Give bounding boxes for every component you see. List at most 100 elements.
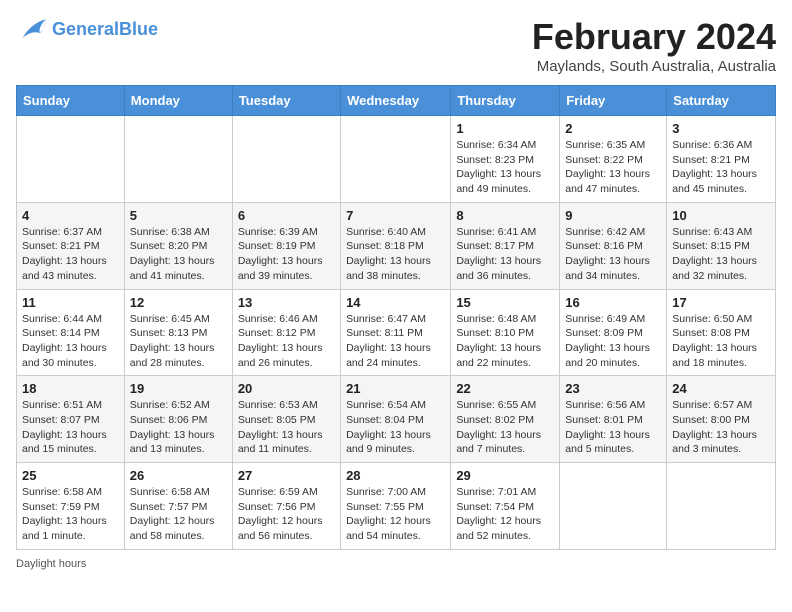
day-number: 2 <box>565 121 661 136</box>
page-title: February 2024 <box>532 16 776 58</box>
day-info: Sunrise: 6:51 AM Sunset: 8:07 PM Dayligh… <box>22 398 119 457</box>
day-info: Sunrise: 6:45 AM Sunset: 8:13 PM Dayligh… <box>130 312 227 371</box>
day-info: Sunrise: 6:53 AM Sunset: 8:05 PM Dayligh… <box>238 398 335 457</box>
page-subtitle: Maylands, South Australia, Australia <box>532 58 776 75</box>
calendar-cell: 6 Sunrise: 6:39 AM Sunset: 8:19 PM Daylig… <box>232 202 340 289</box>
day-number: 8 <box>456 208 554 223</box>
calendar-cell: 14 Sunrise: 6:47 AM Sunset: 8:11 PM Dayli… <box>341 289 451 376</box>
day-number: 1 <box>456 121 554 136</box>
calendar-cell: 19 Sunrise: 6:52 AM Sunset: 8:06 PM Dayli… <box>124 376 232 463</box>
day-number: 25 <box>22 468 119 483</box>
day-info: Sunrise: 6:52 AM Sunset: 8:06 PM Dayligh… <box>130 398 227 457</box>
day-info: Sunrise: 6:37 AM Sunset: 8:21 PM Dayligh… <box>22 225 119 284</box>
day-info: Sunrise: 6:41 AM Sunset: 8:17 PM Dayligh… <box>456 225 554 284</box>
day-number: 18 <box>22 381 119 396</box>
calendar-cell: 4Sunrise: 6:37 AM Sunset: 8:21 PM Daylig… <box>17 202 125 289</box>
footer-note: Daylight hours <box>16 558 776 570</box>
day-number: 27 <box>238 468 335 483</box>
calendar-cell: 16Sunrise: 6:49 AM Sunset: 8:09 PM Dayli… <box>560 289 667 376</box>
day-info: Sunrise: 6:39 AM Sunset: 8:19 PM Dayligh… <box>238 225 335 284</box>
calendar-cell <box>667 463 776 550</box>
day-info: Sunrise: 6:43 AM Sunset: 8:15 PM Dayligh… <box>672 225 770 284</box>
calendar-cell: 28 Sunrise: 7:00 AM Sunset: 7:55 PM Dayli… <box>341 463 451 550</box>
day-number: 3 <box>672 121 770 136</box>
column-header-sunday: Sunday <box>17 86 125 116</box>
column-header-wednesday: Wednesday <box>341 86 451 116</box>
calendar-cell: 9Sunrise: 6:42 AM Sunset: 8:16 PM Daylig… <box>560 202 667 289</box>
day-info: Sunrise: 6:42 AM Sunset: 8:16 PM Dayligh… <box>565 225 661 284</box>
calendar-cell <box>232 116 340 203</box>
day-info: Sunrise: 7:00 AM Sunset: 7:55 PM Dayligh… <box>346 485 445 544</box>
column-header-monday: Monday <box>124 86 232 116</box>
day-number: 10 <box>672 208 770 223</box>
calendar-week-4: 18 Sunrise: 6:51 AM Sunset: 8:07 PM Dayli… <box>17 376 776 463</box>
calendar-week-1: 1Sunrise: 6:34 AM Sunset: 8:23 PM Daylig… <box>17 116 776 203</box>
day-number: 29 <box>456 468 554 483</box>
day-info: Sunrise: 6:48 AM Sunset: 8:10 PM Dayligh… <box>456 312 554 371</box>
calendar-week-3: 11Sunrise: 6:44 AM Sunset: 8:14 PM Dayli… <box>17 289 776 376</box>
calendar-cell <box>341 116 451 203</box>
calendar-cell: 20 Sunrise: 6:53 AM Sunset: 8:05 PM Dayli… <box>232 376 340 463</box>
calendar-cell: 10 Sunrise: 6:43 AM Sunset: 8:15 PM Dayli… <box>667 202 776 289</box>
calendar-cell: 13 Sunrise: 6:46 AM Sunset: 8:12 PM Dayli… <box>232 289 340 376</box>
day-number: 6 <box>238 208 335 223</box>
logo-text-line1: GeneralBlue <box>52 20 158 40</box>
calendar-cell <box>560 463 667 550</box>
calendar-cell: 17Sunrise: 6:50 AM Sunset: 8:08 PM Dayli… <box>667 289 776 376</box>
day-number: 20 <box>238 381 335 396</box>
day-info: Sunrise: 7:01 AM Sunset: 7:54 PM Dayligh… <box>456 485 554 544</box>
day-info: Sunrise: 6:36 AM Sunset: 8:21 PM Dayligh… <box>672 138 770 197</box>
logo: GeneralBlue <box>16 16 158 44</box>
column-header-thursday: Thursday <box>451 86 560 116</box>
day-number: 28 <box>346 468 445 483</box>
calendar-cell <box>124 116 232 203</box>
calendar-cell: 11Sunrise: 6:44 AM Sunset: 8:14 PM Dayli… <box>17 289 125 376</box>
day-number: 12 <box>130 295 227 310</box>
day-number: 13 <box>238 295 335 310</box>
daylight-label: Daylight hours <box>16 558 86 570</box>
day-number: 23 <box>565 381 661 396</box>
calendar-week-5: 25 Sunrise: 6:58 AM Sunset: 7:59 PM Dayli… <box>17 463 776 550</box>
column-header-friday: Friday <box>560 86 667 116</box>
day-info: Sunrise: 6:47 AM Sunset: 8:11 PM Dayligh… <box>346 312 445 371</box>
day-number: 19 <box>130 381 227 396</box>
page-header: GeneralBlue February 2024 Maylands, Sout… <box>16 16 776 75</box>
day-number: 24 <box>672 381 770 396</box>
calendar-header: SundayMondayTuesdayWednesdayThursdayFrid… <box>17 86 776 116</box>
calendar-cell: 1Sunrise: 6:34 AM Sunset: 8:23 PM Daylig… <box>451 116 560 203</box>
calendar-cell: 8 Sunrise: 6:41 AM Sunset: 8:17 PM Daylig… <box>451 202 560 289</box>
logo-icon <box>16 16 48 44</box>
calendar-week-2: 4Sunrise: 6:37 AM Sunset: 8:21 PM Daylig… <box>17 202 776 289</box>
day-number: 26 <box>130 468 227 483</box>
calendar-body: 1Sunrise: 6:34 AM Sunset: 8:23 PM Daylig… <box>17 116 776 550</box>
day-info: Sunrise: 6:46 AM Sunset: 8:12 PM Dayligh… <box>238 312 335 371</box>
day-info: Sunrise: 6:58 AM Sunset: 7:57 PM Dayligh… <box>130 485 227 544</box>
day-number: 16 <box>565 295 661 310</box>
day-info: Sunrise: 6:55 AM Sunset: 8:02 PM Dayligh… <box>456 398 554 457</box>
calendar-cell <box>17 116 125 203</box>
title-area: February 2024 Maylands, South Australia,… <box>532 16 776 75</box>
day-info: Sunrise: 6:59 AM Sunset: 7:56 PM Dayligh… <box>238 485 335 544</box>
calendar-cell: 12 Sunrise: 6:45 AM Sunset: 8:13 PM Dayli… <box>124 289 232 376</box>
day-number: 7 <box>346 208 445 223</box>
calendar-cell: 15Sunrise: 6:48 AM Sunset: 8:10 PM Dayli… <box>451 289 560 376</box>
day-number: 21 <box>346 381 445 396</box>
day-info: Sunrise: 6:44 AM Sunset: 8:14 PM Dayligh… <box>22 312 119 371</box>
day-info: Sunrise: 6:54 AM Sunset: 8:04 PM Dayligh… <box>346 398 445 457</box>
calendar-cell: 22Sunrise: 6:55 AM Sunset: 8:02 PM Dayli… <box>451 376 560 463</box>
calendar-cell: 24Sunrise: 6:57 AM Sunset: 8:00 PM Dayli… <box>667 376 776 463</box>
day-info: Sunrise: 6:58 AM Sunset: 7:59 PM Dayligh… <box>22 485 119 544</box>
calendar-cell: 23Sunrise: 6:56 AM Sunset: 8:01 PM Dayli… <box>560 376 667 463</box>
calendar-cell: 18 Sunrise: 6:51 AM Sunset: 8:07 PM Dayli… <box>17 376 125 463</box>
calendar-cell: 2 Sunrise: 6:35 AM Sunset: 8:22 PM Daylig… <box>560 116 667 203</box>
column-header-saturday: Saturday <box>667 86 776 116</box>
day-info: Sunrise: 6:38 AM Sunset: 8:20 PM Dayligh… <box>130 225 227 284</box>
calendar-cell: 29 Sunrise: 7:01 AM Sunset: 7:54 PM Dayli… <box>451 463 560 550</box>
day-info: Sunrise: 6:35 AM Sunset: 8:22 PM Dayligh… <box>565 138 661 197</box>
day-number: 14 <box>346 295 445 310</box>
calendar-table: SundayMondayTuesdayWednesdayThursdayFrid… <box>16 85 776 550</box>
day-info: Sunrise: 6:40 AM Sunset: 8:18 PM Dayligh… <box>346 225 445 284</box>
calendar-cell: 25 Sunrise: 6:58 AM Sunset: 7:59 PM Dayli… <box>17 463 125 550</box>
calendar-cell: 26 Sunrise: 6:58 AM Sunset: 7:57 PM Dayli… <box>124 463 232 550</box>
calendar-cell: 21 Sunrise: 6:54 AM Sunset: 8:04 PM Dayli… <box>341 376 451 463</box>
